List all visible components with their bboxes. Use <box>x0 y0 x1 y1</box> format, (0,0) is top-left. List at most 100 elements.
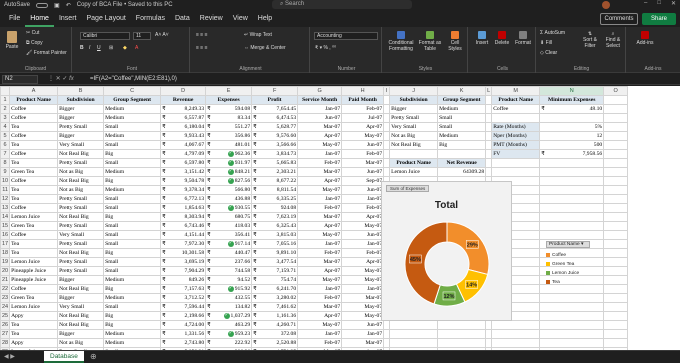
name-box[interactable]: N2 <box>2 75 38 84</box>
product-cell[interactable]: Coffee <box>9 131 59 141</box>
column-header[interactable]: N <box>539 86 605 96</box>
row-header[interactable]: 24 <box>0 302 11 312</box>
profit-cell[interactable]: ₹2,303.21 <box>251 167 299 177</box>
revenue-cell[interactable]: ₹849.26 <box>160 275 207 285</box>
row-header[interactable]: 18 <box>0 248 11 258</box>
min-cell[interactable]: Coffee <box>491 104 541 114</box>
revenue-cell[interactable]: ₹7,904.29 <box>160 266 207 276</box>
product-cell[interactable]: Lemon Juice <box>9 302 59 312</box>
cell[interactable] <box>603 158 629 168</box>
cell[interactable] <box>603 329 629 339</box>
revenue-cell[interactable]: ₹4,724.00 <box>160 320 207 330</box>
revenue-cell[interactable]: ₹6,743.46 <box>160 221 207 231</box>
product-cell[interactable]: Tea <box>9 194 59 204</box>
product-cell[interactable]: Coffee <box>9 104 59 114</box>
segment-cell[interactable]: Small <box>103 302 162 312</box>
paid-month-cell[interactable]: May-07 <box>341 302 385 312</box>
borders-icon[interactable]: ⊞ <box>109 45 113 51</box>
column-title[interactable]: Expenses <box>205 95 253 105</box>
paid-month-cell[interactable]: Feb-07 <box>341 203 385 213</box>
segment-cell[interactable]: Big <box>103 212 162 222</box>
cell[interactable] <box>539 203 605 213</box>
subdivision-cell[interactable]: Pretty Small <box>57 122 105 132</box>
segment-cell[interactable]: Small <box>103 140 162 150</box>
profit-cell[interactable]: ₹9,576.60 <box>251 131 299 141</box>
cell-styles-button[interactable]: Cell Styles <box>444 31 466 52</box>
cell[interactable] <box>603 338 629 348</box>
cell[interactable] <box>603 248 629 258</box>
row-header[interactable]: 5 <box>0 131 11 141</box>
service-month-cell[interactable]: Apr-07 <box>297 266 343 276</box>
fill-button[interactable]: ⬇ Fill <box>540 40 552 46</box>
format-table-button[interactable]: Format as Table <box>418 31 442 52</box>
row-header[interactable]: 6 <box>0 140 11 150</box>
cell[interactable] <box>539 302 605 312</box>
paid-month-cell[interactable]: May-07 <box>341 221 385 231</box>
subdivision-cell[interactable]: Bigger <box>57 104 105 114</box>
service-month-cell[interactable]: Apr-07 <box>297 176 343 186</box>
product-cell[interactable]: Green Tea <box>9 221 59 231</box>
row-header[interactable]: 10 <box>0 176 11 186</box>
expenses-cell[interactable]: ₹551.27 <box>205 122 253 132</box>
segment-cell[interactable]: Small <box>103 266 162 276</box>
paid-month-cell[interactable]: Jan-07 <box>341 194 385 204</box>
merge-center-button[interactable]: ⇔ Merge & Center <box>244 45 286 51</box>
column-header[interactable]: B <box>57 86 105 96</box>
lookup-cell[interactable]: Small <box>437 122 487 132</box>
subdivision-cell[interactable]: Not Real Big <box>57 149 105 159</box>
minimize-icon[interactable]: – <box>644 0 647 7</box>
product-cell[interactable]: Tea <box>9 329 59 339</box>
profit-cell[interactable]: ₹7,623.19 <box>251 212 299 222</box>
row-header[interactable]: 9 <box>0 167 11 177</box>
font-color-icon[interactable]: A <box>135 45 138 51</box>
cell[interactable] <box>603 275 629 285</box>
subdivision-cell[interactable]: Not Real Big <box>57 311 105 321</box>
column-header[interactable]: M <box>491 86 541 96</box>
segment-cell[interactable]: Big <box>103 248 162 258</box>
sheet-nav-icons[interactable]: ◀ ▶ <box>4 353 15 360</box>
expenses-cell[interactable]: ₹566.80 <box>205 185 253 195</box>
cell[interactable] <box>539 320 605 330</box>
expenses-cell[interactable]: ₹481.01 <box>205 140 253 150</box>
service-month-cell[interactable]: Jan-07 <box>297 329 343 339</box>
revenue-cell[interactable]: ₹8,303.94 <box>160 212 207 222</box>
column-header[interactable]: E <box>205 86 253 96</box>
revenue-cell[interactable]: ₹6,557.87 <box>160 113 207 123</box>
close-icon[interactable]: ✕ <box>671 0 676 7</box>
service-month-cell[interactable]: Jan-07 <box>297 104 343 114</box>
service-month-cell[interactable]: Mar-07 <box>297 167 343 177</box>
segment-cell[interactable]: Medium <box>103 113 162 123</box>
paid-month-cell[interactable]: Sep-07 <box>341 176 385 186</box>
row-header[interactable]: 15 <box>0 221 11 231</box>
service-month-cell[interactable]: Apr-07 <box>297 221 343 231</box>
expenses-cell[interactable]: ₹418.03 <box>205 221 253 231</box>
column-header[interactable]: O <box>603 86 629 96</box>
profit-cell[interactable]: ₹9,891.10 <box>251 248 299 258</box>
segment-cell[interactable]: Small <box>103 203 162 213</box>
pmt-label-cell[interactable]: FV <box>491 149 541 159</box>
delete-button[interactable]: Delete <box>493 31 511 46</box>
column-header[interactable]: C <box>103 86 162 96</box>
revenue-cell[interactable]: ₹3,151.42 <box>160 167 207 177</box>
cell[interactable] <box>603 284 629 294</box>
cell[interactable] <box>539 338 605 348</box>
row-header[interactable]: 12 <box>0 194 11 204</box>
subdivision-cell[interactable]: Pretty Small <box>57 257 105 267</box>
subdivision-cell[interactable]: Pretty Small <box>57 266 105 276</box>
subdivision-cell[interactable]: Pretty Small <box>57 194 105 204</box>
revenue-cell[interactable]: ₹2,198.66 <box>160 311 207 321</box>
subdivision-cell[interactable]: Very Small <box>57 302 105 312</box>
profit-cell[interactable]: ₹8,677.22 <box>251 176 299 186</box>
pmt-label-cell[interactable]: Rate (Months) <box>491 122 541 132</box>
pmt-label-cell[interactable]: Nper (Months) <box>491 131 541 141</box>
number-format-select[interactable]: Accounting <box>314 32 378 40</box>
column-header[interactable]: K <box>437 86 487 96</box>
row-header[interactable]: 27 <box>0 329 11 339</box>
service-month-cell[interactable]: May-07 <box>297 185 343 195</box>
paste-button[interactable]: Paste <box>4 31 20 50</box>
min-header[interactable]: Product Name <box>491 95 541 105</box>
paid-month-cell[interactable]: Jun-07 <box>341 140 385 150</box>
segment-cell[interactable]: Big <box>103 311 162 321</box>
expenses-cell[interactable]: ₹436.88 <box>205 194 253 204</box>
service-month-cell[interactable]: Jan-07 <box>297 149 343 159</box>
